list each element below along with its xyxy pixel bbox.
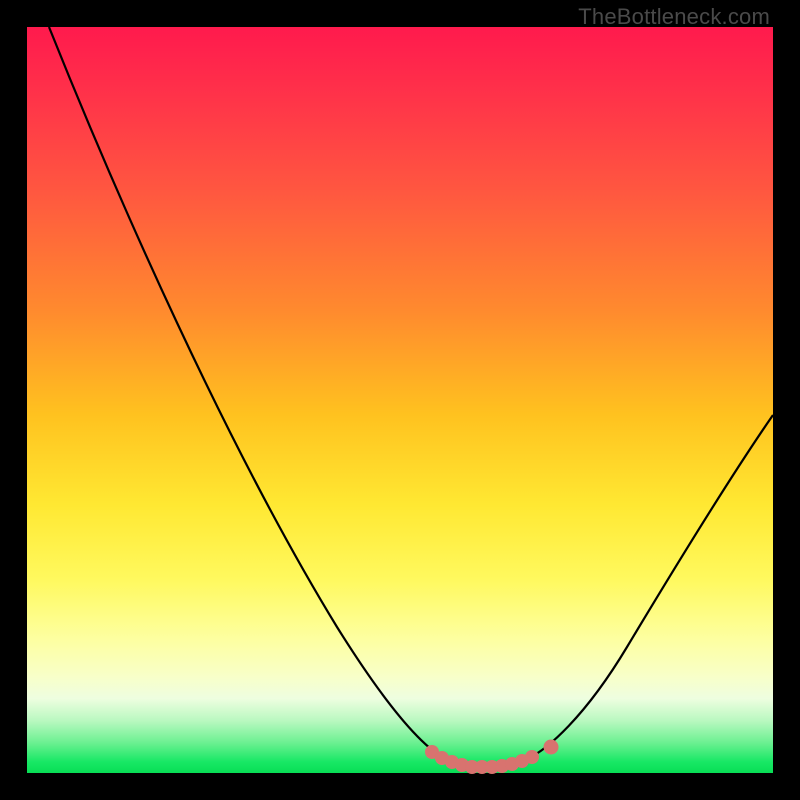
chart-frame: TheBottleneck.com: [0, 0, 800, 800]
bottleneck-curve: [49, 27, 773, 767]
chart-svg: [27, 27, 773, 773]
highlight-dots: [425, 740, 559, 775]
chart-plot-area: [27, 27, 773, 773]
watermark-text: TheBottleneck.com: [578, 4, 770, 30]
